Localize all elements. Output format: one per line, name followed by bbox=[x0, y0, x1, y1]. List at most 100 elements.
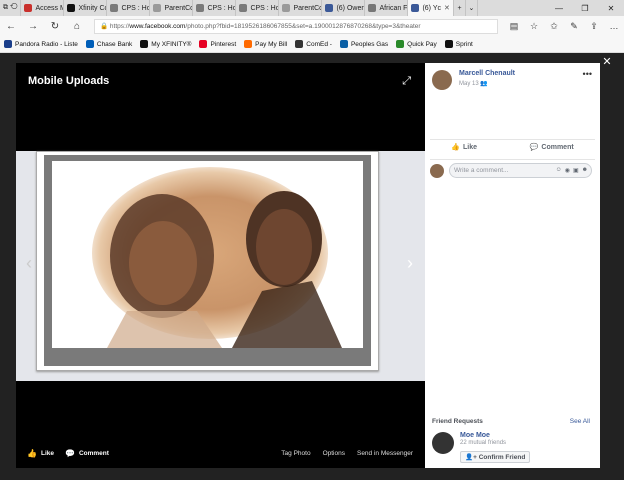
author-avatar[interactable] bbox=[432, 70, 452, 90]
post-actions: 👍 Like 💬 Comment bbox=[425, 143, 600, 152]
viewer-like-button[interactable]: 👍 Like bbox=[27, 449, 54, 458]
bookmark-item[interactable]: My XFINITY® bbox=[136, 40, 195, 48]
tag-photo-link[interactable]: Tag Photo bbox=[281, 450, 310, 457]
photo-frame bbox=[36, 151, 379, 371]
url-path: /photo.php?fbid=1819526186067855&set=a.1… bbox=[185, 22, 421, 30]
tab-favicon-icon bbox=[368, 4, 377, 12]
emoji-icon[interactable]: ☺ bbox=[556, 167, 562, 174]
friend-request-name[interactable]: Moe Moe bbox=[460, 432, 530, 439]
forward-icon[interactable]: → bbox=[22, 21, 44, 32]
tab-strip-icons[interactable]: ⧉ ⟲ bbox=[0, 0, 22, 16]
back-icon[interactable]: ← bbox=[0, 21, 22, 32]
post-side-panel: Marcell Chenault May 13 👥 ••• 👍 Like 💬 Com… bbox=[425, 63, 600, 468]
browser-tab[interactable]: ParentCo bbox=[150, 0, 194, 16]
divider bbox=[430, 139, 595, 140]
more-icon[interactable]: … bbox=[604, 21, 624, 32]
favorites-hub-icon[interactable]: ✩ bbox=[544, 21, 564, 32]
previous-photo-icon[interactable]: ‹ bbox=[26, 253, 32, 274]
restore-icon[interactable]: ❐ bbox=[572, 4, 598, 13]
browser-tab[interactable]: CPS : Hor bbox=[193, 0, 237, 16]
options-link[interactable]: Options bbox=[323, 450, 345, 457]
tab-list-button[interactable]: ⌄ bbox=[466, 0, 479, 16]
comment-composer: Write a comment... ☺ ◉ ▣ ☻ bbox=[430, 163, 592, 178]
url-prefix: https:// bbox=[109, 22, 130, 30]
gif-icon[interactable]: ▣ bbox=[573, 167, 579, 174]
browser-tab[interactable]: (6) Owen bbox=[322, 0, 366, 16]
browser-tab[interactable]: (6) Yc ✕ bbox=[408, 0, 455, 16]
post-options-icon[interactable]: ••• bbox=[583, 69, 592, 79]
confirm-friend-button[interactable]: 👤+ Confirm Friend bbox=[460, 451, 531, 463]
bookmark-item[interactable]: ComEd - bbox=[291, 40, 336, 48]
friend-requests-title: Friend Requests bbox=[432, 418, 483, 425]
mutual-friends[interactable]: 22 mutual friends bbox=[460, 440, 530, 446]
sticker-icon[interactable]: ☻ bbox=[582, 167, 588, 174]
next-photo-icon[interactable]: › bbox=[407, 253, 413, 274]
post-comment-button[interactable]: 💬 Comment bbox=[529, 143, 574, 152]
comment-input[interactable]: Write a comment... ☺ ◉ ▣ ☻ bbox=[449, 163, 592, 178]
bookmark-item[interactable]: Pandora Radio - Liste bbox=[0, 40, 82, 48]
see-all-link[interactable]: See All bbox=[570, 418, 590, 425]
friend-requests-header: Friend Requests See All bbox=[432, 418, 590, 425]
bookmark-item[interactable]: Quick Pay bbox=[392, 40, 441, 48]
bookmark-item[interactable]: Pay My Bill bbox=[240, 40, 291, 48]
divider bbox=[430, 159, 595, 160]
tab-label: Access M bbox=[35, 4, 65, 12]
bookmark-item[interactable]: Sprint bbox=[441, 40, 477, 48]
refresh-icon[interactable]: ↻ bbox=[44, 21, 66, 32]
close-tab-icon[interactable]: ✕ bbox=[444, 4, 450, 12]
close-viewer-icon[interactable]: ✕ bbox=[600, 55, 614, 68]
album-title[interactable]: Mobile Uploads bbox=[28, 75, 109, 87]
bookmark-item[interactable]: Pinterest bbox=[195, 40, 240, 48]
viewer-avatar bbox=[430, 163, 444, 178]
browser-tab[interactable]: Xfinity Cc bbox=[64, 0, 108, 16]
bookmark-label: My XFINITY® bbox=[151, 40, 192, 48]
minimize-icon[interactable]: — bbox=[546, 4, 572, 13]
bookmark-favicon-icon bbox=[339, 40, 348, 48]
friend-request-avatar[interactable] bbox=[432, 432, 454, 454]
browser-tab[interactable]: CPS : Hor bbox=[236, 0, 280, 16]
tab-label: Xfinity Cc bbox=[78, 4, 108, 12]
notes-icon[interactable]: ✎ bbox=[564, 21, 584, 32]
photo[interactable] bbox=[52, 161, 363, 348]
tab-label: ParentCo bbox=[293, 4, 323, 12]
viewer-comment-button[interactable]: 💬 Comment bbox=[65, 449, 109, 458]
bookmark-favicon-icon bbox=[199, 40, 208, 48]
camera-icon[interactable]: ◉ bbox=[565, 167, 570, 174]
author-name[interactable]: Marcell Chenault bbox=[459, 70, 515, 77]
tab-label: CPS : Hor bbox=[121, 4, 151, 12]
add-friend-icon: 👤+ bbox=[465, 454, 479, 461]
tab-favicon-icon bbox=[196, 4, 205, 12]
bookmark-label: Pandora Radio - Liste bbox=[15, 40, 78, 48]
reading-view-icon[interactable]: ▤ bbox=[504, 21, 524, 32]
url-field[interactable]: 🔒 https://www.facebook.com/photo.php?fbi… bbox=[94, 18, 498, 34]
browser-tab[interactable]: African Fe bbox=[365, 0, 409, 16]
tab-label: CPS : Hor bbox=[207, 4, 237, 12]
tab-actions-icon[interactable]: ⧉ ⟲ bbox=[3, 4, 17, 12]
browser-tab[interactable]: Access M bbox=[21, 0, 65, 16]
browser-tab[interactable]: CPS : Hor bbox=[107, 0, 151, 16]
new-tab-button[interactable]: + bbox=[454, 0, 466, 16]
post-like-button[interactable]: 👍 Like bbox=[451, 143, 477, 152]
send-in-messenger-link[interactable]: Send in Messenger bbox=[357, 450, 413, 457]
favorite-star-icon[interactable]: ☆ bbox=[524, 21, 544, 32]
bookmark-favicon-icon bbox=[85, 40, 94, 48]
bookmark-label: Sprint bbox=[455, 40, 473, 48]
bookmark-item[interactable]: Peoples Gas bbox=[336, 40, 392, 48]
post-date[interactable]: May 13 👥 bbox=[459, 80, 515, 87]
comment-placeholder: Write a comment... bbox=[454, 167, 509, 174]
tab-label: ParentCo bbox=[164, 4, 194, 12]
fullscreen-icon[interactable]: ⤢ bbox=[402, 75, 411, 88]
comment-icon: 💬 bbox=[529, 144, 539, 151]
bookmark-label: Peoples Gas bbox=[350, 40, 389, 48]
share-icon[interactable]: ⇪ bbox=[584, 21, 604, 32]
viewer-right-actions: Tag Photo Options Send in Messenger bbox=[281, 450, 425, 457]
bookmark-label: Quick Pay bbox=[407, 40, 437, 48]
close-window-icon[interactable]: ✕ bbox=[598, 4, 624, 13]
browser-tab[interactable]: ParentCo bbox=[279, 0, 323, 16]
bookmark-item[interactable]: Chase Bank bbox=[82, 40, 136, 48]
speech-bubble-icon: 💬 bbox=[64, 448, 75, 458]
home-icon[interactable]: ⌂ bbox=[66, 21, 88, 32]
thumbs-up-icon: 👍 bbox=[27, 448, 37, 458]
bookmark-favicon-icon bbox=[4, 40, 12, 48]
bookmark-favicon-icon bbox=[396, 40, 405, 48]
